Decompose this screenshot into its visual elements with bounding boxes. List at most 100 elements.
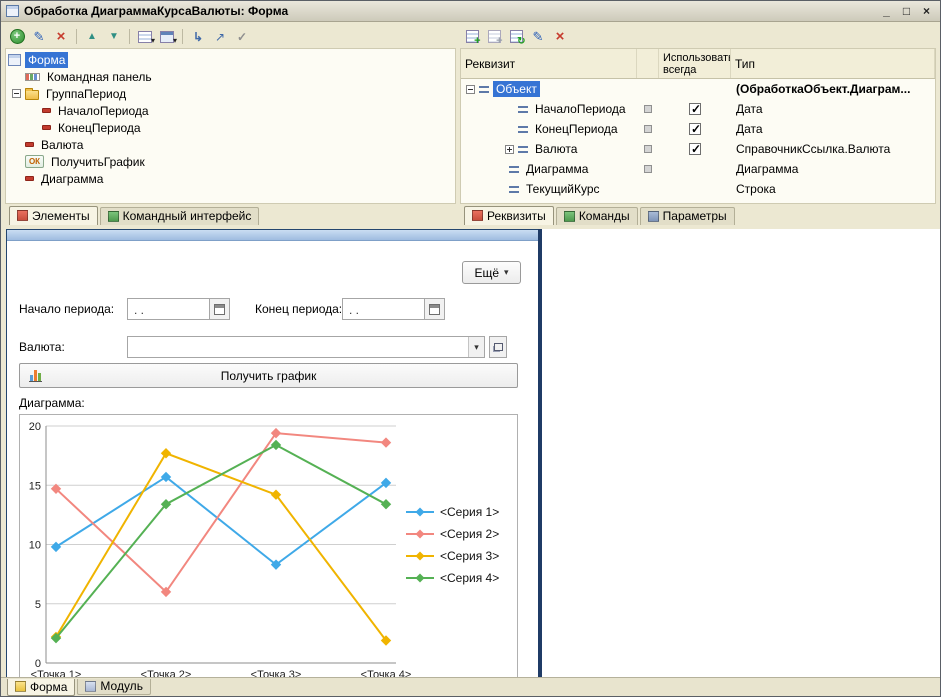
preview-mode-button[interactable] [157,27,177,46]
edit-icon [34,29,45,45]
window-icon [6,5,19,17]
attribute-row[interactable]: Диаграмма Диаграмма [461,159,935,179]
move-up-icon [87,31,97,42]
use-always-checkbox[interactable] [689,122,701,136]
caret-down-icon: ▾ [504,267,509,277]
tree-item[interactable]: Диаграмма [6,170,455,187]
refresh-button[interactable] [506,27,526,47]
calendar-icon [429,303,440,315]
tab-order-button[interactable] [188,27,208,46]
currency-combo: ▾ [127,336,485,358]
edit-button[interactable] [528,27,548,46]
attribute-row[interactable]: НачалоПериода Дата [461,99,935,119]
end-period-calendar-button[interactable] [425,298,445,320]
attribute-icon [518,105,528,113]
minimize-button[interactable]: _ [878,4,895,19]
caret-down-icon: ▾ [474,341,479,352]
svg-text:15: 15 [29,480,41,492]
currency-open-button[interactable] [489,336,507,358]
tab-parameters[interactable]: Параметры [639,207,735,225]
module-tab-icon [85,680,97,692]
tree-item[interactable]: НачалоПериода [6,102,455,119]
refresh-icon [510,30,525,47]
tree-item-label: Командная панель [47,69,152,84]
ok-button-icon [25,155,44,168]
attribute-row[interactable]: КонецПериода Дата [461,119,935,139]
aux-checkbox[interactable] [644,105,652,113]
currency-input[interactable] [128,337,468,357]
delete-button[interactable] [51,27,71,46]
tab-attributes[interactable]: Реквизиты [464,206,554,225]
attribute-row[interactable]: Объект (ОбработкаОбъект.Диаграм... [461,79,935,99]
tree-item[interactable]: ГруппаПериод [6,85,455,102]
tree-item[interactable]: Форма [6,51,455,68]
move-up-button[interactable] [82,27,102,46]
svg-text:<Серия 2>: <Серия 2> [440,527,499,541]
line-chart: 05101520<Точка 1> <Точка 2> <Точка 3> <Точк… [29,421,500,677]
cmd-interface-tab-icon [107,210,119,222]
expander-icon[interactable] [12,89,21,98]
column-header-aux[interactable] [637,49,659,78]
tree-item-label: Валюта [41,137,84,152]
add-group-button[interactable] [135,27,155,46]
add-attribute-button[interactable] [462,27,482,46]
add-tabular-button[interactable] [484,27,504,46]
form-tab-icon [15,681,26,692]
end-period-input[interactable]: . . [342,298,425,320]
attribute-icon [509,185,519,193]
attributes-tab-icon [472,210,483,221]
expander-icon[interactable] [466,84,475,94]
tree-item[interactable]: Командная панель [6,68,455,85]
svg-text:<Серия 3>: <Серия 3> [440,549,499,563]
start-period-calendar-button[interactable] [210,298,230,320]
tab-elements[interactable]: Элементы [9,206,98,225]
elements-panel-tabs: Элементы Командный интерфейс [5,204,456,225]
aux-checkbox[interactable] [644,125,652,133]
aux-checkbox[interactable] [644,165,652,173]
tree-item[interactable]: КонецПериода [6,119,455,136]
column-header-use-always[interactable]: Использовать всегда [659,49,731,78]
tab-module[interactable]: Модуль [77,679,151,695]
delete-button[interactable] [550,27,570,46]
attribute-row[interactable]: Валюта СправочникСсылка.Валюта [461,139,935,159]
close-button[interactable]: × [918,4,935,19]
tab-commands[interactable]: Команды [555,207,638,225]
column-header-type[interactable]: Тип [731,49,935,78]
currency-label: Валюта: [19,340,65,354]
column-header-use-always-label: Использовать всегда [663,51,731,76]
delete-icon [556,30,565,43]
currency-dropdown-button[interactable]: ▾ [468,337,484,357]
more-button[interactable]: Ещё ▾ [462,261,521,284]
tree-item-label: ПолучитьГрафик [51,154,145,169]
start-period-input[interactable]: . . [127,298,210,320]
tree-item[interactable]: ПолучитьГрафик [6,153,455,170]
tab-form[interactable]: Форма [7,679,76,696]
expander-icon[interactable] [505,144,514,154]
attributes-panel-tabs: Реквизиты Команды Параметры [460,204,936,225]
check-button[interactable] [232,27,252,46]
designer-window: Обработка ДиаграммаКурсаВалюты: Форма _ … [0,0,941,697]
tree-item-label: Форма [25,51,69,68]
attributes-toolbar [460,25,936,48]
aux-checkbox[interactable] [644,145,652,153]
attributes-table-header: Реквизит Использовать всегда Тип [461,49,935,79]
add-button[interactable] [7,27,27,46]
tab-cmd-interface[interactable]: Командный интерфейс [99,207,260,225]
use-always-checkbox[interactable] [689,142,701,156]
column-header-attribute[interactable]: Реквизит [461,49,637,78]
get-chart-button[interactable]: Получить график [19,363,518,388]
maximize-button[interactable]: □ [898,4,915,19]
window-title: Обработка ДиаграммаКурсаВалюты: Форма [24,4,289,18]
svg-text:<Точка 4>: <Точка 4> [361,669,412,677]
edit-pointer-button[interactable] [210,27,230,46]
use-always-checkbox[interactable] [689,102,701,116]
tree-item[interactable]: Валюта [6,136,455,153]
chart-area[interactable]: 0 5 10 15 20 <Точка 1> <Точка 2> <Точка 3> <Точк… [19,414,518,677]
elements-tab-icon [17,210,28,221]
attributes-table: Реквизит Использовать всегда Тип Объект (… [460,48,936,204]
edit-button[interactable] [29,27,49,46]
attribute-row[interactable]: ТекущийКурс Строка [461,179,935,199]
move-down-button[interactable] [104,27,124,46]
attributes-rows: Объект (ОбработкаОбъект.Диаграм... НачалоП… [461,79,935,199]
attribute-name: Диаграмма [526,162,589,176]
